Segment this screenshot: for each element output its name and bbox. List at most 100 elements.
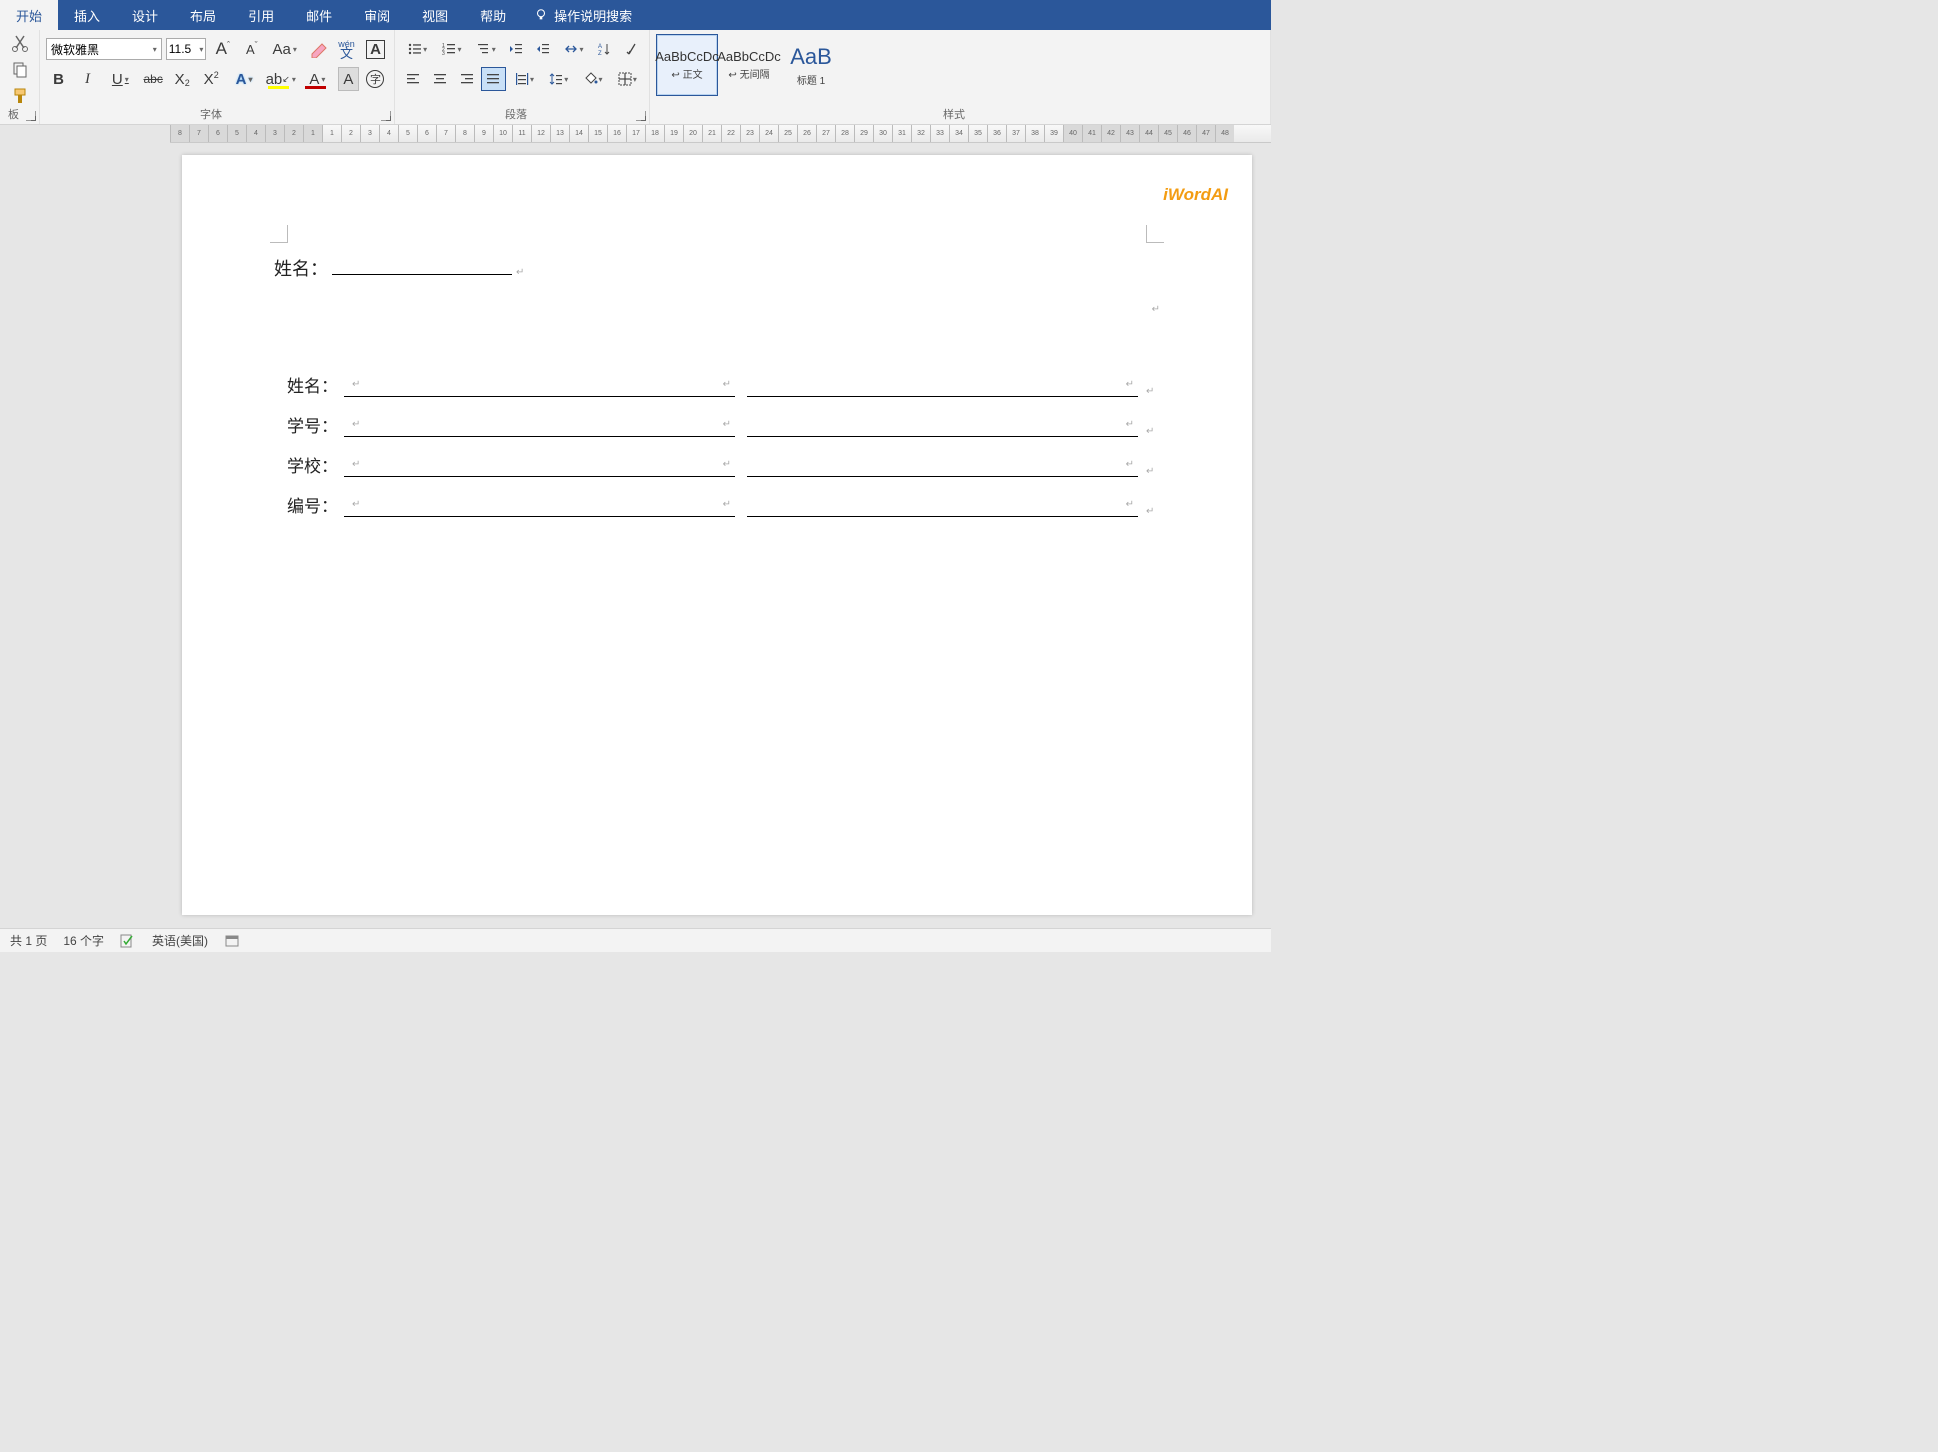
char-shading-button[interactable]: A — [338, 67, 359, 91]
font-name-value: 微软雅黑 — [51, 41, 99, 58]
format-painter-icon[interactable] — [10, 86, 30, 106]
row-cell[interactable]: ↵↵ — [344, 409, 735, 437]
tab-home[interactable]: 开始 — [0, 0, 58, 30]
name-line[interactable]: 姓名： ↵ — [274, 255, 1160, 281]
crop-mark-tr — [1146, 225, 1164, 243]
page-content[interactable]: 姓名： ↵ ↵ 姓名：↵↵↵↵学号：↵↵↵↵学校：↵↵↵↵编号：↵↵↵↵ — [274, 255, 1160, 521]
line-spacing-button[interactable]: ▾ — [542, 67, 574, 91]
show-marks-button[interactable] — [618, 37, 643, 61]
row-cell[interactable]: ↵↵ — [344, 489, 735, 517]
align-right-button[interactable] — [454, 67, 479, 91]
increase-indent-button[interactable] — [531, 37, 556, 61]
shrink-font-button[interactable]: Aˇ — [239, 37, 264, 61]
statusbar: 共 1 页 16 个字 英语(美国) — [0, 928, 1271, 952]
styles-gallery[interactable]: AaBbCcDc ↩ 正文 AaBbCcDc ↩ 无间隔 AaB 标题 1 — [656, 34, 1264, 96]
para-mark: ↵ — [1146, 386, 1160, 397]
asian-layout-button[interactable]: ▾ — [557, 37, 589, 61]
tab-insert[interactable]: 插入 — [58, 0, 116, 30]
tab-references[interactable]: 引用 — [232, 0, 290, 30]
row-cell[interactable]: ↵ — [747, 489, 1138, 517]
tab-help[interactable]: 帮助 — [464, 0, 522, 30]
form-table[interactable]: 姓名：↵↵↵↵学号：↵↵↵↵学校：↵↵↵↵编号：↵↵↵↵ — [274, 361, 1160, 517]
ruler-area: 8765432112345678910111213141516171819202… — [0, 125, 1271, 143]
font-size-value: 11.5 — [169, 42, 191, 56]
sort-button[interactable]: AZ — [592, 37, 617, 61]
row-cell[interactable]: ↵ — [747, 449, 1138, 477]
strikethrough-button[interactable]: abc — [141, 67, 166, 91]
tab-mailings[interactable]: 邮件 — [290, 0, 348, 30]
grow-font-button[interactable]: Aˆ — [210, 37, 235, 61]
row-cell[interactable]: ↵↵ — [344, 449, 735, 477]
borders-button[interactable]: ▾ — [611, 67, 643, 91]
numbering-button[interactable]: 123▾ — [435, 37, 467, 61]
word-count[interactable]: 16 个字 — [63, 932, 104, 949]
tab-review[interactable]: 审阅 — [348, 0, 406, 30]
styles-group-label: 样式 — [650, 106, 1258, 122]
shading-button[interactable]: ▾ — [576, 67, 608, 91]
tell-me-search[interactable]: 操作说明搜索 — [522, 0, 644, 30]
group-clipboard: 板 — [0, 30, 40, 124]
row-label: 姓名： — [274, 372, 340, 397]
table-row[interactable]: 姓名：↵↵↵↵ — [274, 361, 1160, 397]
svg-text:Z: Z — [598, 51, 602, 57]
page-count[interactable]: 共 1 页 — [10, 932, 47, 949]
para-mark: ↵ — [1146, 506, 1160, 517]
align-justify-button[interactable] — [481, 67, 506, 91]
font-name-combo[interactable]: 微软雅黑▾ — [46, 38, 162, 60]
language-button[interactable]: 英语(美国) — [152, 932, 208, 949]
font-launcher[interactable] — [381, 111, 391, 121]
distributed-button[interactable]: ▾ — [508, 67, 540, 91]
text-effects-button[interactable]: A — [228, 67, 261, 91]
clipboard-label: 板 — [0, 106, 27, 122]
underline-button[interactable]: U — [104, 67, 137, 91]
copy-icon[interactable] — [10, 60, 30, 80]
align-center-button[interactable] — [428, 67, 453, 91]
row-cell[interactable]: ↵ — [747, 409, 1138, 437]
style-normal[interactable]: AaBbCcDc ↩ 正文 — [656, 34, 718, 96]
subscript-button[interactable]: X2 — [170, 67, 195, 91]
table-row[interactable]: 学号：↵↵↵↵ — [274, 401, 1160, 437]
row-cell[interactable]: ↵ — [747, 369, 1138, 397]
tab-view[interactable]: 视图 — [406, 0, 464, 30]
enclose-char-button[interactable]: 字 — [363, 67, 388, 91]
group-styles: AaBbCcDc ↩ 正文 AaBbCcDc ↩ 无间隔 AaB 标题 1 样式 — [650, 30, 1271, 124]
group-paragraph: ▾ 123▾ ▾ ▾ AZ ▾ ▾ ▾ ▾ 段落 — [395, 30, 650, 124]
document-area[interactable]: iWordAI 姓名： ↵ ↵ 姓名：↵↵↵↵学号：↵↵↵↵学校：↵↵↵↵编号：… — [0, 143, 1271, 928]
bullets-button[interactable]: ▾ — [401, 37, 433, 61]
spellcheck-button[interactable] — [120, 934, 136, 948]
font-size-combo[interactable]: 11.5▾ — [166, 38, 207, 60]
font-color-button[interactable]: A — [301, 67, 334, 91]
tab-design[interactable]: 设计 — [116, 0, 174, 30]
group-font: 微软雅黑▾ 11.5▾ Aˆ Aˇ Aa wén文 A B I U abc X2… — [40, 30, 395, 124]
crop-mark-tl — [270, 225, 288, 243]
phonetic-guide-button[interactable]: wén文 — [334, 37, 359, 61]
ribbon: 板 微软雅黑▾ 11.5▾ Aˆ Aˇ Aa wén文 A B I U abc … — [0, 30, 1271, 125]
page[interactable]: iWordAI 姓名： ↵ ↵ 姓名：↵↵↵↵学号：↵↵↵↵学校：↵↵↵↵编号：… — [182, 155, 1252, 915]
tab-layout[interactable]: 布局 — [174, 0, 232, 30]
name-underline[interactable] — [332, 255, 512, 275]
decrease-indent-button[interactable] — [504, 37, 529, 61]
table-row[interactable]: 学校：↵↵↵↵ — [274, 441, 1160, 477]
ribbon-tabs: 开始 插入 设计 布局 引用 邮件 审阅 视图 帮助 操作说明搜索 — [0, 0, 1271, 30]
cut-icon[interactable] — [10, 34, 30, 54]
macro-button[interactable] — [224, 934, 240, 948]
style-no-spacing[interactable]: AaBbCcDc ↩ 无间隔 — [718, 34, 780, 96]
highlight-button[interactable]: ab↙ — [264, 67, 297, 91]
row-label: 学号： — [274, 412, 340, 437]
clear-formatting-button[interactable] — [305, 37, 330, 61]
multilevel-list-button[interactable]: ▾ — [470, 37, 502, 61]
row-label: 编号： — [274, 492, 340, 517]
horizontal-ruler[interactable]: 8765432112345678910111213141516171819202… — [170, 125, 1271, 143]
italic-button[interactable]: I — [75, 67, 100, 91]
align-left-button[interactable] — [401, 67, 426, 91]
bold-button[interactable]: B — [46, 67, 71, 91]
style-heading1[interactable]: AaB 标题 1 — [780, 34, 842, 96]
table-row[interactable]: 编号：↵↵↵↵ — [274, 481, 1160, 517]
char-border-button[interactable]: A — [363, 37, 388, 61]
clipboard-launcher[interactable] — [26, 111, 36, 121]
row-cell[interactable]: ↵↵ — [344, 369, 735, 397]
change-case-button[interactable]: Aa — [268, 37, 301, 61]
superscript-button[interactable]: X2 — [199, 67, 224, 91]
paragraph-launcher[interactable] — [636, 111, 646, 121]
lightbulb-icon — [534, 8, 548, 22]
